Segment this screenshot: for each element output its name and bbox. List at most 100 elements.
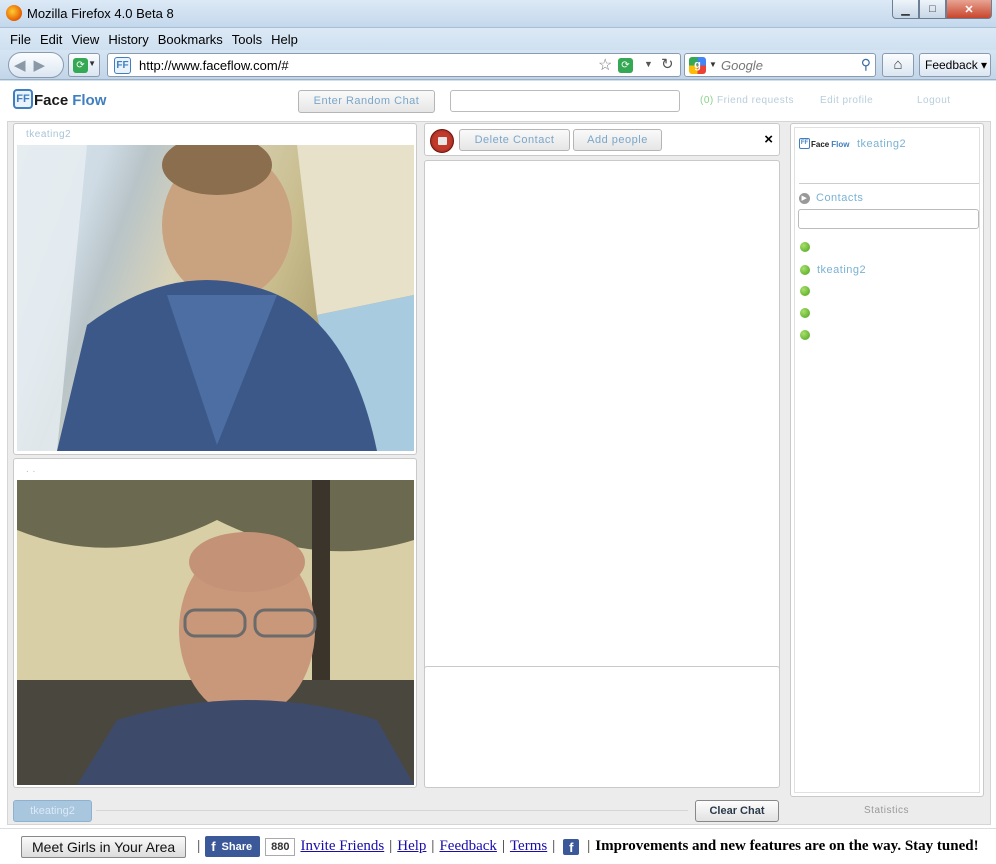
menu-file[interactable]: File (10, 32, 31, 47)
sidebar-inner: FF Face Flow tkeating2 ▶ Contacts tkeati… (794, 127, 980, 793)
contact-item[interactable]: tkeating2 (800, 264, 866, 276)
contacts-label: Contacts (816, 192, 864, 204)
terms-link[interactable]: Terms (510, 838, 547, 855)
stop-video-icon[interactable] (430, 129, 454, 153)
local-webcam-video (17, 480, 414, 785)
footer-separator: | (431, 838, 435, 854)
footer-separator: | (501, 838, 505, 854)
chat-message-input[interactable] (424, 666, 780, 788)
google-icon[interactable]: g (689, 57, 706, 74)
faceflow-logo-icon: FF (13, 89, 33, 109)
edit-profile-link[interactable]: Edit profile (820, 95, 873, 106)
share-count: 880 (265, 837, 296, 856)
window-title: Mozilla Firefox 4.0 Beta 8 (27, 6, 174, 21)
facebook-share-widget[interactable]: f Share 880 (205, 836, 296, 857)
app-header: FF Face Flow Enter Random Chat (0) Frien… (0, 81, 996, 121)
facebook-share-button[interactable]: f Share (205, 836, 261, 857)
sidebar-username[interactable]: tkeating2 (857, 138, 906, 150)
header-search-input[interactable] (450, 90, 680, 112)
home-icon[interactable]: ⌂ (882, 53, 914, 77)
friend-requests-label: Friend requests (717, 95, 794, 106)
contacts-sidebar: FF Face Flow tkeating2 ▶ Contacts tkeati… (790, 123, 984, 797)
remote-webcam-video (17, 145, 414, 451)
history-dropdown-icon[interactable]: ▼ (644, 59, 653, 69)
contacts-toggle[interactable]: ▶ Contacts (799, 192, 863, 204)
footer-separator: | (389, 838, 393, 854)
menu-bookmarks[interactable]: Bookmarks (158, 32, 223, 47)
faceflow-logo[interactable]: FF Face Flow (13, 89, 106, 109)
sync-button[interactable]: ⟳ ▼ (68, 53, 100, 77)
faceflow-page: FF Face Flow Enter Random Chat (0) Frien… (0, 81, 996, 864)
local-video-name: . . (26, 464, 36, 475)
add-people-button[interactable]: Add people (573, 129, 662, 151)
active-chat-tab[interactable]: tkeating2 (13, 800, 92, 822)
bookmark-star-icon[interactable]: ☆ (598, 55, 612, 75)
firefox-logo-icon (6, 5, 22, 21)
contact-name: tkeating2 (817, 264, 867, 276)
remote-video-name: tkeating2 (26, 129, 72, 140)
close-window-icon[interactable]: ✕ (946, 0, 992, 19)
search-icon[interactable]: ⚲ (861, 56, 871, 73)
logo-text-flow: Flow (72, 92, 107, 109)
contact-item[interactable] (800, 242, 817, 252)
menu-edit[interactable]: Edit (40, 32, 62, 47)
menu-bar: File Edit View History Bookmarks Tools H… (0, 28, 996, 50)
menu-tools[interactable]: Tools (232, 32, 262, 47)
tab-strip-divider (96, 810, 688, 811)
delete-contact-button[interactable]: Delete Contact (459, 129, 570, 151)
menu-help[interactable]: Help (271, 32, 298, 47)
url-text[interactable]: http://www.faceflow.com/# (139, 58, 289, 73)
address-bar[interactable]: FF http://www.faceflow.com/# ☆ ⟳ ▼ ↻ (107, 53, 681, 77)
search-engine-dropdown-icon[interactable]: ▼ (709, 60, 717, 69)
clear-chat-button[interactable]: Clear Chat (695, 800, 779, 822)
navigation-toolbar: ◀ ▶ ⟳ ▼ FF http://www.faceflow.com/# ☆ ⟳… (0, 50, 996, 80)
contact-item[interactable] (800, 286, 817, 296)
forward-arrow-icon[interactable]: ▶ (34, 56, 46, 74)
sync-icon: ⟳ (73, 58, 88, 73)
sync-icon[interactable]: ⟳ (618, 58, 633, 73)
search-bar[interactable]: g ▼ Google ⚲ (684, 53, 876, 77)
chat-toolbar: Delete Contact Add people × (424, 123, 780, 156)
enter-random-chat-button[interactable]: Enter Random Chat (298, 90, 435, 113)
menu-history[interactable]: History (108, 32, 148, 47)
statistics-link[interactable]: Statistics (864, 805, 909, 816)
friend-requests-count: (0) (700, 95, 714, 106)
meet-girls-button[interactable]: Meet Girls in Your Area (21, 835, 187, 858)
window-controls: ▁ □ ✕ (892, 0, 992, 19)
sidebar-logo-flow: Flow (831, 140, 850, 149)
contact-item[interactable] (800, 330, 817, 340)
footer-separator: | (197, 838, 201, 854)
remote-person-figure (17, 145, 414, 451)
online-status-icon (800, 242, 810, 252)
invite-friends-link[interactable]: Invite Friends (300, 838, 384, 855)
friend-requests-link[interactable]: (0) Friend requests (700, 95, 794, 106)
local-video-panel: . . (13, 458, 417, 788)
contact-item[interactable] (800, 308, 817, 318)
close-chat-icon[interactable]: × (764, 131, 773, 148)
minimize-icon[interactable]: ▁ (892, 0, 919, 19)
online-status-icon (800, 265, 810, 275)
search-input[interactable]: Google (721, 58, 763, 73)
online-status-icon (800, 330, 810, 340)
expand-arrow-icon: ▶ (799, 192, 810, 204)
back-forward-buttons[interactable]: ◀ ▶ (8, 52, 64, 78)
feedback-link[interactable]: Feedback (439, 838, 496, 855)
window-titlebar: Mozilla Firefox 4.0 Beta 8 ▁ □ ✕ (0, 0, 996, 28)
contact-search-input[interactable] (798, 209, 979, 229)
share-label: Share (221, 840, 253, 853)
chat-message-log (424, 160, 780, 743)
sidebar-logo: FF Face Flow (799, 138, 849, 149)
reload-icon[interactable]: ↻ (661, 55, 674, 73)
remote-video-panel: tkeating2 (13, 123, 417, 455)
facebook-icon: f (211, 839, 216, 854)
maximize-icon[interactable]: □ (919, 0, 946, 19)
help-link[interactable]: Help (397, 838, 426, 855)
facebook-page-icon[interactable]: f (563, 838, 580, 855)
site-favicon-icon: FF (114, 57, 131, 74)
footer-separator: | (587, 838, 591, 854)
feedback-button[interactable]: Feedback ▾ (919, 53, 991, 77)
sidebar-logo-face: Face (811, 140, 830, 149)
menu-view[interactable]: View (71, 32, 99, 47)
logout-link[interactable]: Logout (917, 95, 951, 106)
back-arrow-icon[interactable]: ◀ (14, 56, 26, 74)
